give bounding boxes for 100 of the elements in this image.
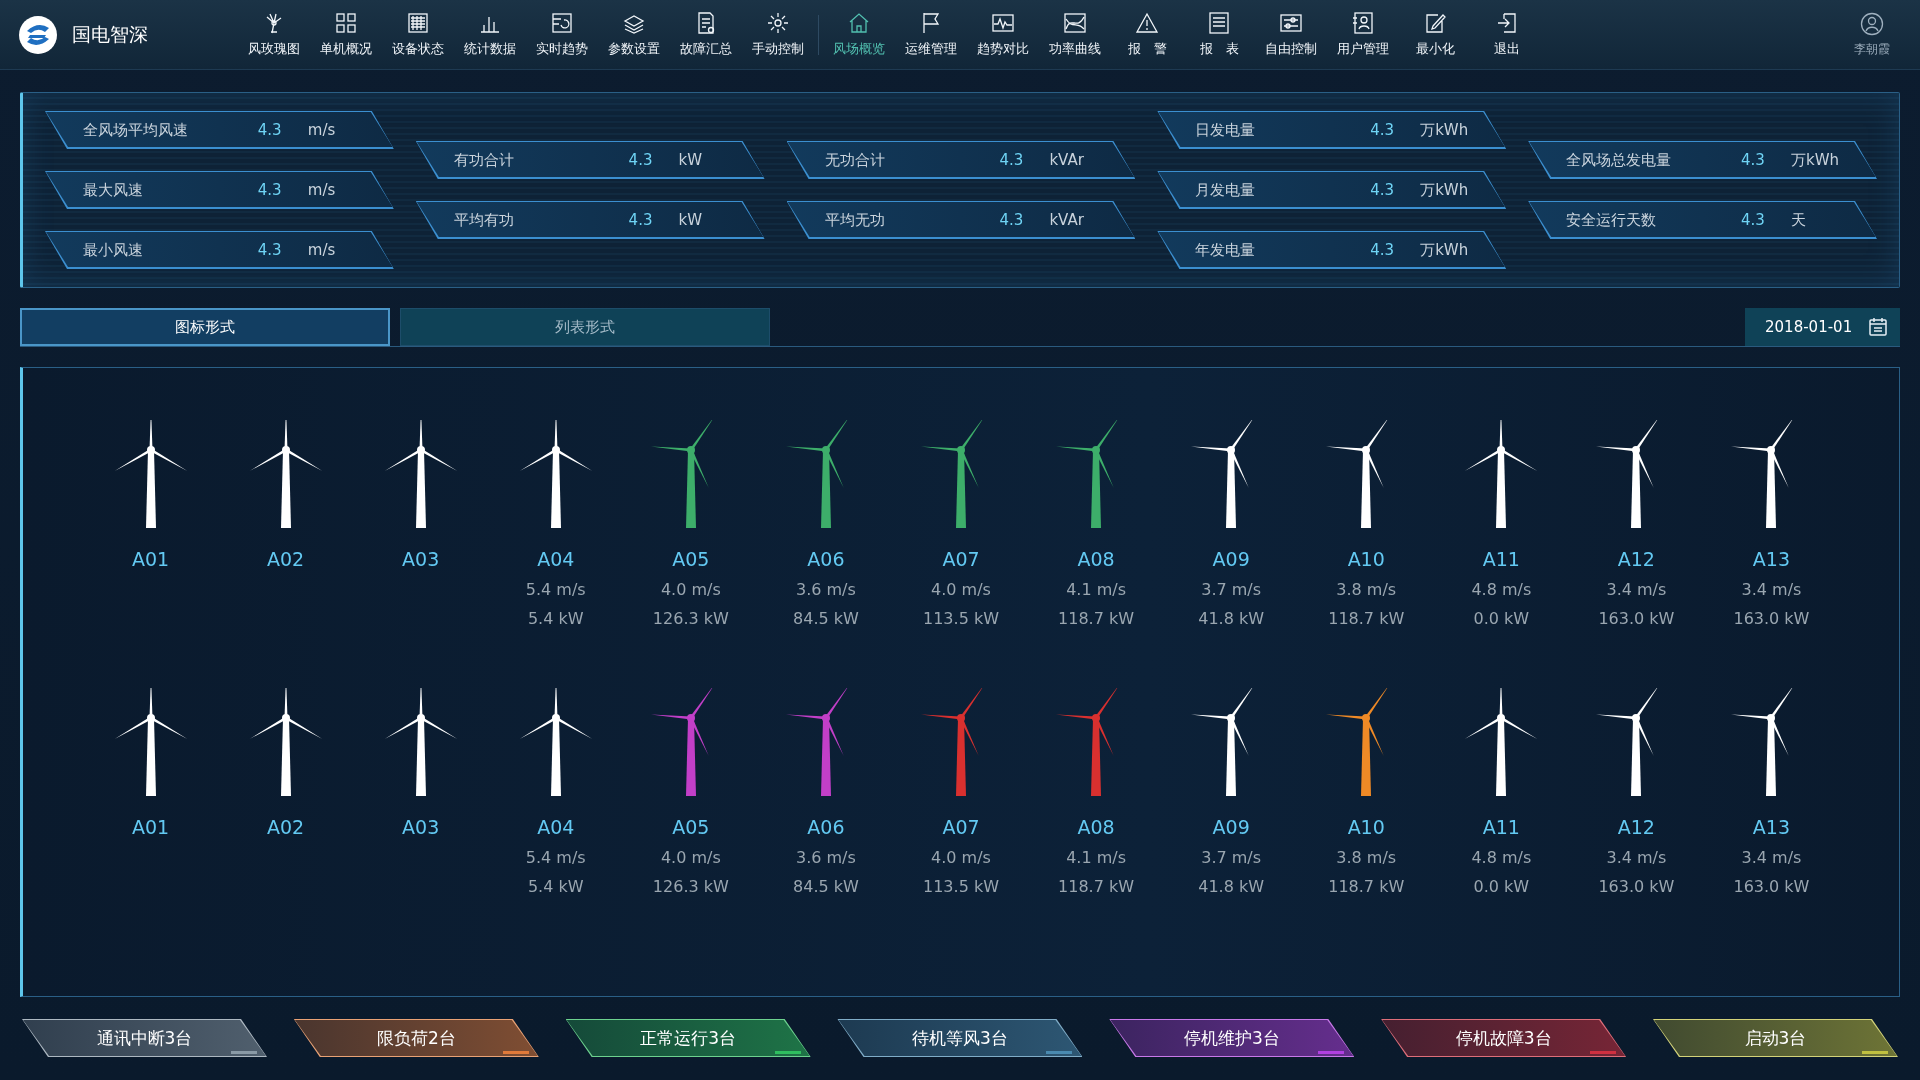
turbine-name[interactable]: A05	[672, 816, 710, 838]
turbine-name[interactable]: A09	[1212, 548, 1250, 570]
nav-item[interactable]: 实时趋势	[526, 4, 598, 65]
turbine-name[interactable]: A06	[807, 816, 845, 838]
turbine-name[interactable]: A01	[131, 548, 170, 570]
turbine-name[interactable]: A08	[1077, 816, 1115, 838]
stat-unit: kVAr	[1049, 151, 1085, 169]
power-output: 163.0 kW	[1598, 877, 1675, 896]
stat-value: 4.3	[999, 151, 1025, 169]
stat-label: 月发电量	[1195, 180, 1257, 200]
nav-item[interactable]: 风场概览	[823, 4, 895, 65]
power-output: 5.4 kW	[527, 609, 584, 628]
turbine-name[interactable]: A02	[267, 548, 305, 570]
turbine-name[interactable]: A02	[267, 816, 305, 838]
power-output: 163.0 kW	[1733, 877, 1810, 896]
turbine-name[interactable]: A08	[1077, 548, 1115, 570]
stat-label: 安全运行天数	[1566, 210, 1658, 230]
power-output: 163.0 kW	[1733, 609, 1810, 628]
waveform-icon	[991, 11, 1015, 35]
power-output: 113.5 kW	[923, 609, 999, 628]
power-output: 118.7 kW	[1058, 609, 1135, 628]
nav-item[interactable]: 退出	[1471, 4, 1543, 65]
user-icon[interactable]	[1860, 11, 1884, 36]
wind-speed: 3.8 m/s	[1336, 580, 1397, 599]
turbine-name[interactable]: A12	[1617, 548, 1655, 570]
nav-item[interactable]: 用户管理	[1327, 4, 1399, 65]
wind-speed: 5.4 m/s	[525, 580, 586, 599]
stat-value: 4.3	[257, 241, 283, 259]
nav-item[interactable]: 参数设置	[598, 4, 670, 65]
turbine-name[interactable]: A01	[131, 816, 170, 838]
turbine-name[interactable]: A05	[672, 548, 710, 570]
turbine-name[interactable]: A10	[1347, 816, 1385, 838]
stat-value: 4.3	[999, 211, 1025, 229]
nav-item[interactable]: 功率曲线	[1039, 4, 1111, 65]
date-field[interactable]: 2018-01-01	[1745, 308, 1900, 346]
power-output: 126.3 kW	[652, 609, 729, 628]
turbine-name[interactable]: A10	[1347, 548, 1385, 570]
turbine-name[interactable]: A07	[942, 816, 980, 838]
grid-icon	[334, 11, 358, 35]
stat-value: 4.3	[1741, 151, 1766, 169]
turbine-name[interactable]: A04	[537, 816, 575, 838]
exit-icon	[1495, 11, 1519, 35]
app-title: 国电智深	[72, 21, 148, 47]
stat-label: 平均无功	[824, 210, 886, 230]
wind-speed: 3.4 m/s	[1606, 580, 1667, 599]
turbine-name[interactable]: A06	[807, 548, 845, 570]
stat-value: 4.3	[1370, 121, 1396, 139]
wind-speed: 5.4 m/s	[525, 848, 586, 867]
turbine-name[interactable]: A03	[402, 816, 440, 838]
stat-label: 年发电量	[1195, 240, 1257, 260]
nav-item[interactable]: 设备状态	[382, 4, 454, 65]
nav-item[interactable]: 报 警	[1111, 4, 1183, 65]
view-tab[interactable]: 列表形式	[400, 308, 770, 346]
power-output: 5.4 kW	[527, 877, 584, 896]
wind-speed: 4.8 m/s	[1471, 848, 1532, 867]
turbine-name[interactable]: A13	[1752, 816, 1791, 838]
power-output: 113.5 kW	[923, 877, 999, 896]
wind-speed: 3.4 m/s	[1606, 848, 1667, 867]
turbine-name[interactable]: A11	[1482, 816, 1520, 838]
stat-unit: kW	[678, 151, 704, 169]
stat-value: 4.3	[628, 211, 654, 229]
nav-item[interactable]: 最小化	[1399, 4, 1471, 65]
turbine-name[interactable]: A13	[1752, 548, 1791, 570]
turbine-name[interactable]: A04	[537, 548, 575, 570]
view-tab[interactable]: 图标形式	[20, 308, 390, 346]
stat-value: 4.3	[1741, 211, 1766, 229]
stat-unit: kVAr	[1049, 211, 1085, 229]
nav-item[interactable]: 手动控制	[742, 4, 814, 65]
stat-value: 4.3	[257, 121, 283, 139]
nav-item[interactable]: 报 表	[1183, 4, 1255, 65]
warning-icon	[1135, 11, 1159, 35]
nav-item[interactable]: 运维管理	[895, 4, 967, 65]
turbine-name[interactable]: A03	[402, 548, 440, 570]
nav-item[interactable]: 单机概况	[310, 4, 382, 65]
nav-item[interactable]: 风玫瑰图	[238, 4, 310, 65]
stat-unit: m/s	[307, 121, 337, 139]
stat-unit: 万kWh	[1420, 240, 1470, 260]
sliders-icon	[1279, 11, 1303, 35]
home-icon	[847, 11, 871, 35]
nav-item[interactable]: 统计数据	[454, 4, 526, 65]
turbine-name[interactable]: A12	[1617, 816, 1655, 838]
wind-speed: 4.0 m/s	[931, 848, 991, 867]
status-legend-item: 启动3台	[1652, 1019, 1898, 1057]
power-output: 118.7 kW	[1328, 609, 1405, 628]
wind-speed: 4.0 m/s	[931, 580, 991, 599]
user-name: 李朝霞	[1854, 40, 1890, 58]
turbine-name[interactable]: A09	[1212, 816, 1250, 838]
power-output: 118.7 kW	[1058, 877, 1135, 896]
turbine-name[interactable]: A07	[942, 548, 980, 570]
stat-unit: m/s	[307, 241, 337, 259]
stat-unit: 万kWh	[1420, 180, 1470, 200]
turbine-name[interactable]: A11	[1482, 548, 1520, 570]
nav-item[interactable]: 故障汇总	[670, 4, 742, 65]
wind-speed: 3.8 m/s	[1336, 848, 1397, 867]
nav-item[interactable]: 自由控制	[1255, 4, 1327, 65]
stat-value: 4.3	[628, 151, 654, 169]
table-icon	[406, 11, 430, 35]
nav-item[interactable]: 趋势对比	[967, 4, 1039, 65]
stat-unit: 万kWh	[1791, 150, 1840, 170]
stat-label: 最小风速	[83, 240, 144, 260]
